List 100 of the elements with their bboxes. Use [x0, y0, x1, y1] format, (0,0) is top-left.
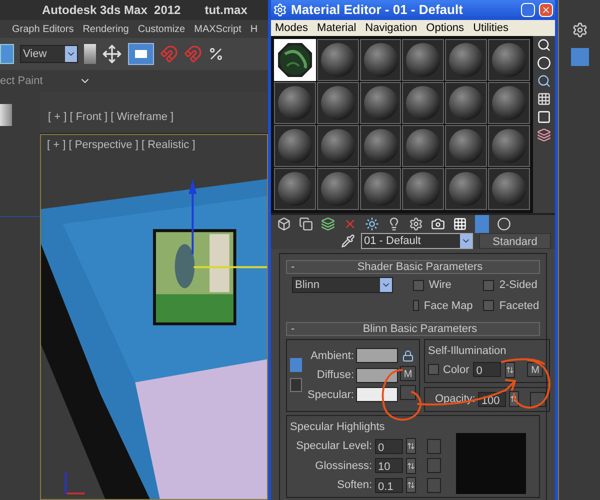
collapse-toggle[interactable]: - — [291, 258, 305, 276]
sphere-icon — [448, 42, 484, 78]
viewport-label[interactable]: [ + ] [ Front ] [ Wireframe ] — [48, 109, 174, 126]
percent-snap-icon[interactable] — [208, 46, 224, 62]
sun-icon[interactable] — [365, 217, 379, 231]
menu-item[interactable]: Rendering — [82, 22, 129, 36]
checkbox-label: 2-Sided — [499, 278, 538, 293]
object-icon — [0, 104, 12, 126]
camera-icon[interactable] — [431, 217, 445, 231]
color-label: Specular: — [306, 388, 354, 402]
highlight-curve-graph — [456, 432, 526, 494]
menu-item[interactable]: Navigation — [365, 20, 418, 36]
sphere-icon — [320, 171, 356, 207]
layers-icon[interactable] — [537, 128, 551, 142]
group-title: Specular Highlights — [290, 420, 386, 434]
settings-icon[interactable] — [409, 217, 423, 231]
field-label: Glossiness: — [314, 458, 372, 474]
value-field[interactable]: 0.1 — [375, 478, 403, 493]
menu-item[interactable]: Utilities — [473, 20, 509, 36]
sphere-icon — [320, 42, 356, 78]
file-name: tut.max — [204, 2, 248, 19]
lightbulb-icon[interactable] — [387, 217, 401, 231]
sphere-icon — [448, 85, 484, 121]
rollout-header[interactable]: - Shader Basic Parameters — [286, 260, 540, 274]
sphere-icon[interactable] — [497, 217, 511, 231]
box-icon[interactable] — [277, 217, 291, 231]
color-swatch[interactable] — [356, 387, 398, 402]
checkbox[interactable] — [412, 300, 419, 312]
menu-item[interactable]: Modes — [275, 20, 308, 36]
ribbon-label: ect Paint — [0, 74, 43, 89]
material-type-button[interactable]: Standard — [479, 233, 551, 249]
lock-toggle-icon[interactable] — [290, 358, 302, 372]
sphere-icon — [276, 85, 313, 121]
value-field[interactable]: 0 — [473, 362, 502, 378]
settings-icon[interactable] — [572, 22, 588, 38]
sphere-icon — [320, 128, 356, 164]
sphere-icon — [320, 85, 356, 121]
sphere-icon — [276, 171, 313, 207]
sphere-icon — [405, 85, 442, 121]
rollout-header[interactable]: - Blinn Basic Parameters — [286, 322, 540, 336]
spinner-arrows[interactable] — [406, 458, 416, 474]
menu-item[interactable]: H — [250, 22, 258, 36]
checkbox-label: Color — [443, 362, 470, 378]
checker-icon[interactable] — [537, 92, 551, 106]
search-icon[interactable] — [537, 38, 551, 52]
menu-item[interactable]: Options — [426, 20, 464, 36]
lock-toggle-icon[interactable] — [290, 378, 302, 392]
sphere-icon — [276, 128, 313, 164]
textured-sphere-icon — [276, 42, 313, 78]
color-swatch[interactable] — [356, 348, 398, 364]
eyedropper-icon[interactable] — [341, 234, 355, 248]
checkbox-label: Face Map — [424, 298, 473, 314]
panel-tab-icon[interactable] — [570, 48, 588, 66]
spinner-arrows[interactable] — [505, 362, 516, 378]
map-slot[interactable] — [400, 385, 416, 400]
view-dropdown[interactable]: View — [20, 45, 78, 63]
sample-slot[interactable] — [274, 39, 316, 81]
menu-item[interactable]: Graph Editors — [12, 22, 74, 36]
viewport-label[interactable]: [ + ] [ Perspective ] [ Realistic ] — [41, 135, 267, 154]
shader-dropdown[interactable]: Blinn — [292, 277, 393, 293]
checkbox[interactable] — [483, 280, 494, 291]
sphere-icon — [491, 85, 528, 121]
menu-item[interactable]: MAXScript — [194, 22, 242, 36]
checkbox[interactable] — [428, 364, 439, 376]
checkbox[interactable] — [483, 300, 494, 312]
checkbox[interactable] — [412, 280, 424, 291]
map-button[interactable]: M — [400, 366, 416, 382]
field-label: Soften: — [336, 478, 372, 493]
move-icon[interactable] — [102, 44, 122, 64]
material-name-field[interactable]: 01 - Default — [361, 233, 473, 249]
sphere-icon — [491, 42, 528, 78]
checkbox-label: Wire — [428, 278, 452, 293]
group-title: Self-Illumination — [428, 344, 508, 359]
color-label: Diffuse: — [316, 368, 354, 383]
value-field[interactable]: 0 — [375, 438, 403, 454]
square-icon[interactable] — [537, 110, 551, 124]
spinner-arrows[interactable] — [406, 438, 416, 454]
copy-icon[interactable] — [299, 217, 313, 231]
pivot-icon[interactable] — [84, 44, 96, 64]
map-button[interactable]: M — [527, 362, 544, 378]
sphere-icon — [362, 171, 399, 207]
editor-title: Material Editor - 01 - Default — [291, 1, 464, 19]
lock-icon[interactable] — [402, 350, 414, 362]
collapse-toggle[interactable]: - — [291, 320, 305, 338]
sphere-icon — [405, 128, 442, 164]
color-swatch[interactable] — [356, 368, 398, 383]
layers-icon[interactable] — [321, 217, 335, 231]
sphere-icon — [362, 42, 399, 78]
window-title: Autodesk 3ds Max 2012 — [42, 2, 181, 19]
color-label: Ambient: — [310, 348, 354, 364]
menu-item[interactable]: Customize — [138, 22, 186, 36]
sphere-icon — [491, 128, 528, 164]
rollout-title: Blinn Basic Parameters — [362, 322, 478, 337]
menu-item[interactable]: Material — [317, 20, 356, 36]
sphere-type-icon[interactable] — [537, 56, 551, 70]
spinner-arrows[interactable] — [406, 477, 416, 494]
reference-button[interactable] — [128, 43, 154, 65]
search-icon[interactable] — [537, 74, 551, 88]
minimize-button[interactable] — [521, 2, 535, 17]
value-field[interactable]: 10 — [375, 458, 403, 474]
